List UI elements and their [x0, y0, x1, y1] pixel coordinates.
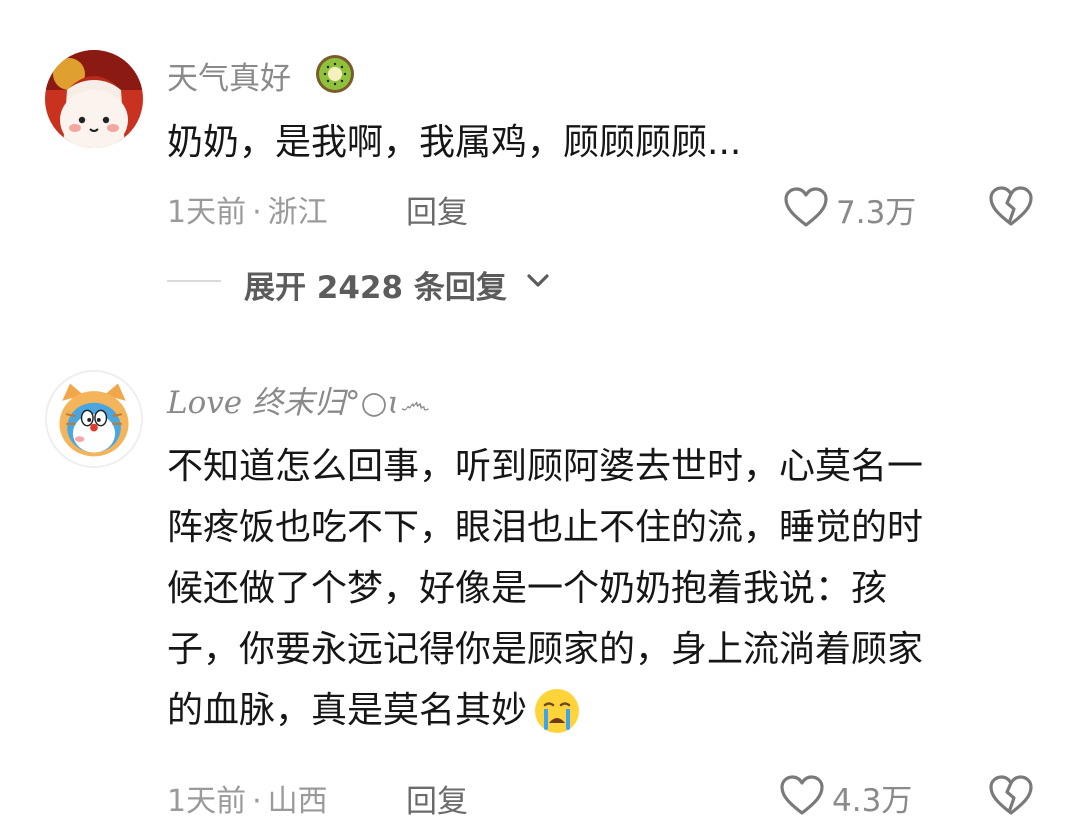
avatar[interactable] [45, 370, 143, 468]
like-count: 7.3万 [836, 195, 917, 231]
chevron-down-icon [525, 270, 551, 290]
expand-replies-label: 展开 2428 条回复 [244, 270, 507, 306]
username[interactable]: 天气真好 [167, 53, 291, 98]
heart-icon [783, 186, 829, 228]
comment-text-line: 不知道怎么回事，听到顾阿婆去世时，心莫名一 [167, 446, 924, 487]
username[interactable]: Love 终末归°○ɩ෴ [167, 377, 429, 422]
kiwi-emoji-icon [314, 53, 356, 95]
meta-separator: · [252, 784, 262, 819]
comment-text-line: 子，你要永远记得你是顾家的，身上流淌着顾家 [167, 629, 924, 670]
comment-1: 天气真好 奶奶，是我啊，我属鸡，顾顾顾顾... 1天前·浙江 回复 7.3万 [0, 0, 1080, 330]
comment-time: 1天前 [167, 784, 247, 819]
reply-button[interactable]: 回复 [406, 187, 468, 232]
comment-time: 1天前 [167, 195, 247, 230]
dislike-broken-heart-icon[interactable] [988, 185, 1034, 227]
heart-icon [779, 774, 825, 816]
comment-text-last-line: 的血脉，真是莫名其妙 [167, 680, 923, 741]
comment-2: Love 终末归°○ɩ෴ 不知道怎么回事，听到顾阿婆去世时，心莫名一 阵疼饭也吃… [0, 330, 1080, 838]
comment-text-line: 候还做了个梦，好像是一个奶奶抱着我说：孩 [167, 568, 888, 609]
comment-text-line: 的血脉，真是莫名其妙 [167, 690, 528, 731]
like-count: 4.3万 [832, 783, 913, 819]
avatar-image [45, 50, 143, 148]
comment-text: 奶奶，是我啊，我属鸡，顾顾顾顾... [167, 122, 742, 163]
crying-face-emoji-icon [533, 687, 581, 735]
comment-text-line: 阵疼饭也吃不下，眼泪也止不住的流，睡觉的时 [167, 507, 924, 548]
comment-location: 浙江 [267, 195, 328, 230]
comment-location: 山西 [267, 784, 328, 819]
dislike-broken-heart-icon[interactable] [988, 774, 1034, 816]
expand-divider [167, 280, 221, 282]
username-text: 天气真好 [167, 61, 291, 97]
like-button[interactable]: 7.3万 [783, 184, 923, 231]
comment-meta: 1天前 · 山西 [167, 776, 328, 820]
meta-separator: · [252, 195, 262, 230]
expand-replies[interactable]: 展开 2428 条回复 [167, 258, 587, 306]
reply-button[interactable]: 回复 [406, 776, 468, 821]
like-button[interactable]: 4.3万 [779, 772, 929, 819]
comment-text: 不知道怎么回事，听到顾阿婆去世时，心莫名一 阵疼饭也吃不下，眼泪也止不住的流，睡… [167, 436, 923, 741]
comment-meta: 1天前 · 浙江 [167, 187, 328, 231]
avatar-image [47, 372, 141, 466]
avatar[interactable] [45, 50, 143, 148]
